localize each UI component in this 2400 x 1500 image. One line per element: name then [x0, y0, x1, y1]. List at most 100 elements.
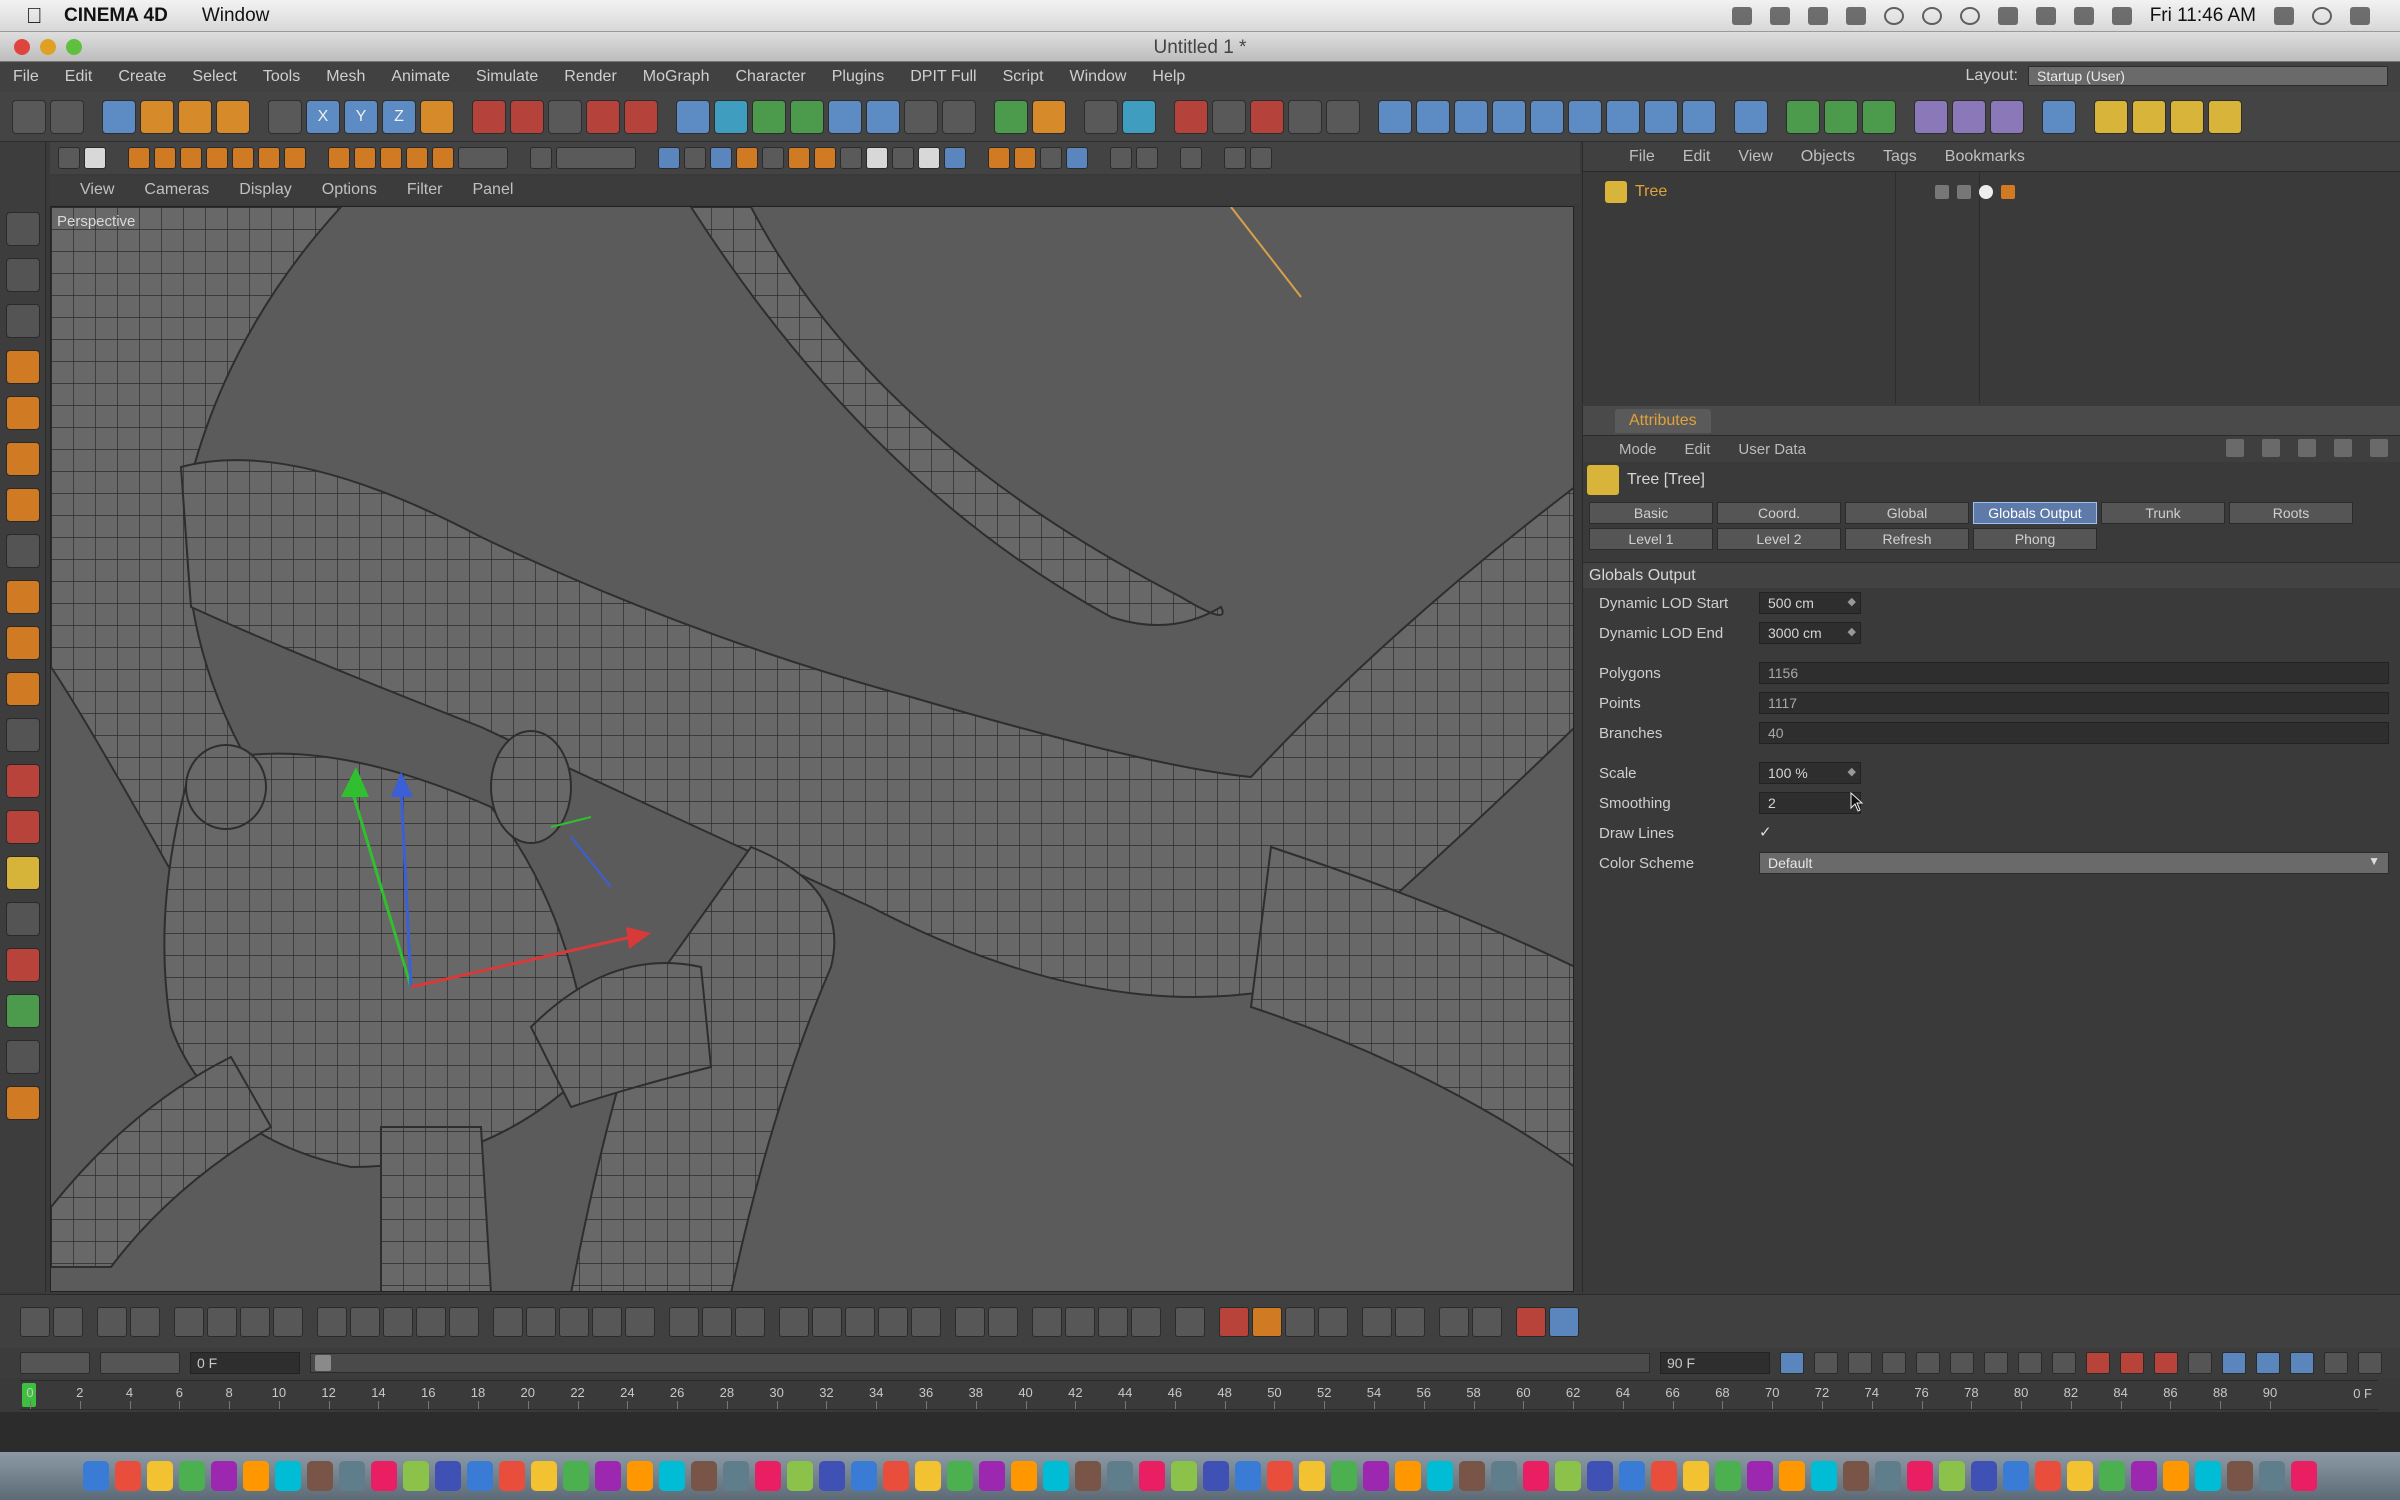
user-icon[interactable] — [2274, 7, 2294, 25]
dock-app-icon[interactable] — [1907, 1461, 1933, 1491]
motion-3-icon[interactable] — [845, 1306, 875, 1337]
curve-4-icon[interactable] — [273, 1306, 303, 1337]
menu-render[interactable]: Render — [551, 68, 629, 86]
safe-frame-icon[interactable] — [866, 147, 888, 169]
dock-app-icon[interactable] — [947, 1461, 973, 1491]
dock-app-icon[interactable] — [211, 1461, 237, 1491]
dock-app-icon[interactable] — [339, 1461, 365, 1491]
dock-app-icon[interactable] — [1523, 1461, 1549, 1491]
tree-generator-icon[interactable] — [994, 99, 1028, 134]
tab-globals-output[interactable]: Globals Output — [1973, 502, 2097, 524]
layer-tool-icon[interactable] — [5, 718, 40, 752]
dock-app-icon[interactable] — [1107, 1461, 1133, 1491]
paint-icon[interactable] — [1212, 99, 1246, 134]
phong-tag-icon[interactable] — [1979, 185, 1993, 199]
x-axis-icon[interactable]: X — [306, 99, 340, 134]
dock-app-icon[interactable] — [1651, 1461, 1677, 1491]
object-row[interactable]: Tree — [1595, 180, 2389, 204]
end-frame-input[interactable]: 90 F — [1660, 1352, 1770, 1374]
undo-icon[interactable] — [12, 99, 46, 134]
subdivision-icon[interactable] — [752, 99, 786, 134]
material-new-icon[interactable] — [20, 1306, 50, 1337]
play-icon[interactable] — [1916, 1352, 1940, 1374]
layer-2-icon[interactable] — [1065, 1306, 1095, 1337]
array-icon[interactable] — [790, 99, 824, 134]
dock-app-icon[interactable] — [307, 1461, 333, 1491]
menu-mesh[interactable]: Mesh — [313, 68, 378, 86]
capsule-icon[interactable] — [1568, 99, 1602, 134]
dock-app-icon[interactable] — [1491, 1461, 1517, 1491]
tab-coord[interactable]: Coord. — [1717, 502, 1841, 524]
bridge-icon[interactable] — [1326, 99, 1360, 134]
layer-icon[interactable] — [1734, 99, 1768, 134]
loop-icon[interactable] — [2052, 1352, 2076, 1374]
dock-app-icon[interactable] — [915, 1461, 941, 1491]
key-rot-icon[interactable] — [2256, 1352, 2280, 1374]
attr-menu-mode[interactable]: Mode — [1619, 441, 1657, 458]
cylinder-icon[interactable] — [1416, 99, 1450, 134]
3d-viewport[interactable]: Perspective — [50, 206, 1574, 1292]
track-2-icon[interactable] — [526, 1306, 556, 1337]
scatter-icon[interactable] — [1990, 99, 2024, 134]
slider-knob[interactable] — [315, 1355, 331, 1371]
curve-3-icon[interactable] — [240, 1306, 270, 1337]
text-tool-icon[interactable] — [5, 856, 40, 890]
dock-app-icon[interactable] — [1331, 1461, 1357, 1491]
foliage-icon[interactable] — [1862, 99, 1896, 134]
model-mode-icon[interactable] — [58, 147, 80, 169]
track-3-icon[interactable] — [559, 1306, 589, 1337]
spline-tool-icon[interactable] — [5, 902, 40, 936]
notification-icon[interactable] — [2350, 7, 2370, 25]
bluetooth-icon[interactable] — [1997, 7, 2018, 25]
key-scale-icon[interactable] — [2222, 1352, 2246, 1374]
attributes-tab[interactable]: Attributes — [1615, 408, 1711, 433]
wifi-icon[interactable] — [2035, 7, 2056, 25]
layout-2-icon[interactable] — [2132, 99, 2166, 134]
dock-app-icon[interactable] — [435, 1461, 461, 1491]
plant-icon[interactable] — [5, 994, 40, 1028]
backface-icon[interactable] — [918, 147, 940, 169]
func-1-icon[interactable] — [669, 1306, 699, 1337]
spinner-icon[interactable]: ◆ — [1848, 625, 1856, 638]
ease-4-icon[interactable] — [416, 1306, 446, 1337]
motion-2-icon[interactable] — [812, 1306, 842, 1337]
recent-tool-icon[interactable] — [268, 99, 302, 134]
texture-mode-icon[interactable] — [258, 147, 280, 169]
dock-app-icon[interactable] — [1011, 1461, 1037, 1491]
snap-mode-icon[interactable] — [328, 147, 350, 169]
workplane-mode-icon[interactable] — [284, 147, 306, 169]
layout-4-icon[interactable] — [2208, 99, 2242, 134]
dock-app-icon[interactable] — [787, 1461, 813, 1491]
time-machine-icon[interactable] — [1959, 7, 1980, 25]
menu-select[interactable]: Select — [179, 68, 249, 86]
dock-app-icon[interactable] — [1619, 1461, 1645, 1491]
pointer-icon[interactable] — [5, 212, 40, 246]
rotate-icon[interactable] — [216, 99, 250, 134]
dock-app-icon[interactable] — [1043, 1461, 1069, 1491]
lock-icon[interactable] — [5, 1040, 40, 1074]
record-1-icon[interactable] — [1362, 1306, 1392, 1337]
extra-2-icon[interactable] — [1224, 147, 1246, 169]
dock-app-icon[interactable] — [2227, 1461, 2253, 1491]
bevel-icon[interactable] — [5, 488, 40, 522]
filter-icon[interactable] — [814, 147, 836, 169]
dock-app-icon[interactable] — [691, 1461, 717, 1491]
menu-file[interactable]: File — [0, 68, 52, 86]
deformer-icon[interactable] — [828, 99, 862, 134]
tab-basic[interactable]: Basic — [1589, 502, 1713, 524]
dock-app-icon[interactable] — [1363, 1461, 1389, 1491]
func-3-icon[interactable] — [735, 1306, 765, 1337]
camera-icon[interactable] — [1807, 7, 1828, 25]
viewport-menu-view[interactable]: View — [80, 181, 114, 199]
key-param-icon[interactable] — [2290, 1352, 2314, 1374]
camera-icon[interactable] — [904, 99, 938, 134]
ease-1-icon[interactable] — [317, 1306, 347, 1337]
anim-key-icon[interactable] — [1014, 147, 1036, 169]
timeline-icon[interactable] — [1110, 147, 1132, 169]
dock-app-icon[interactable] — [2259, 1461, 2285, 1491]
menu-edit[interactable]: Edit — [52, 68, 106, 86]
display-mode-icon[interactable] — [710, 147, 732, 169]
dynamics-2-icon[interactable] — [1252, 1306, 1282, 1337]
up-arrow-icon[interactable] — [2262, 439, 2280, 457]
anim-record-icon[interactable] — [988, 147, 1010, 169]
